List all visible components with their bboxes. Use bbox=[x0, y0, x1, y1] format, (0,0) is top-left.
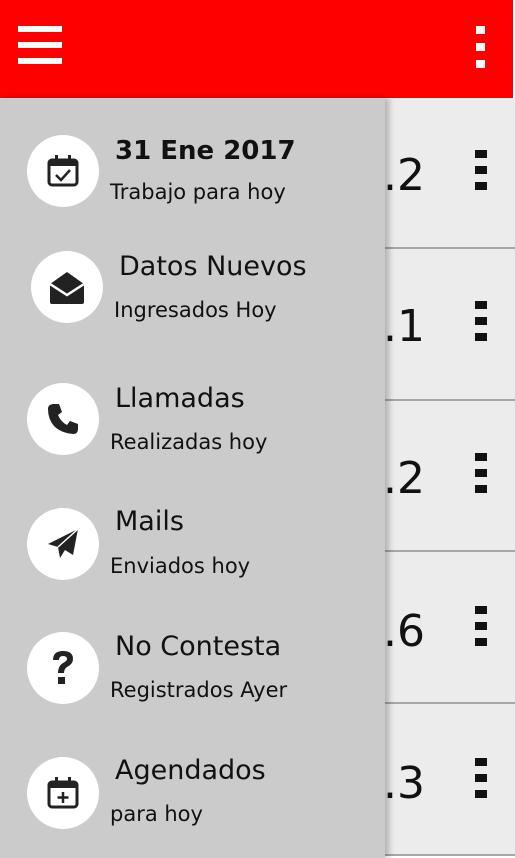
drawer-item-subtitle: Enviados hoy bbox=[110, 554, 251, 578]
list-item[interactable]: .3 bbox=[383, 704, 515, 856]
drawer-item-subtitle: Registrados Ayer bbox=[110, 678, 288, 702]
drawer-item-title: Datos Nuevos bbox=[119, 251, 307, 282]
drawer-item-subtitle: Trabajo para hoy bbox=[110, 180, 286, 204]
calendar-check-icon bbox=[27, 135, 99, 207]
more-vert-icon[interactable] bbox=[475, 150, 487, 190]
drawer-item-subtitle: Ingresados Hoy bbox=[114, 298, 277, 322]
list-item[interactable]: .1 bbox=[383, 249, 515, 401]
drawer-item-title: Agendados bbox=[115, 755, 266, 786]
more-vert-icon[interactable] bbox=[475, 606, 487, 646]
drawer-item-subtitle: para hoy bbox=[110, 802, 203, 826]
drawer-item-subtitle: Realizadas hoy bbox=[110, 430, 268, 454]
drawer-item-llamadas[interactable]: Llamadas Realizadas hoy bbox=[0, 346, 385, 470]
drawer-item-title: No Contesta bbox=[115, 631, 282, 662]
drawer-item-agendados[interactable]: Agendados para hoy bbox=[0, 718, 385, 858]
list-item-value: .1 bbox=[383, 301, 425, 352]
more-vert-icon[interactable] bbox=[472, 26, 488, 70]
hamburger-icon[interactable] bbox=[18, 26, 62, 64]
drawer-item-title: 31 Ene 2017 bbox=[115, 136, 296, 166]
drawer-item-datos-nuevos[interactable]: Datos Nuevos Ingresados Hoy bbox=[0, 216, 385, 346]
question-icon bbox=[27, 632, 99, 704]
calendar-plus-icon bbox=[27, 757, 99, 829]
more-vert-icon[interactable] bbox=[475, 301, 487, 341]
drawer-item-trabajo[interactable]: 31 Ene 2017 Trabajo para hoy bbox=[0, 98, 385, 216]
drawer-item-no-contesta[interactable]: No Contesta Registrados Ayer bbox=[0, 594, 385, 718]
envelope-open-icon bbox=[31, 251, 103, 323]
app-bar bbox=[0, 0, 513, 98]
list-item-value: .6 bbox=[383, 606, 425, 657]
phone-icon bbox=[27, 383, 99, 455]
list-item[interactable]: .2 bbox=[383, 98, 515, 249]
more-vert-icon[interactable] bbox=[475, 758, 487, 798]
paper-plane-icon bbox=[27, 508, 99, 580]
drawer-item-title: Llamadas bbox=[115, 383, 245, 414]
list-item[interactable]: .6 bbox=[383, 552, 515, 704]
list-item-value: .3 bbox=[383, 758, 425, 809]
drawer-item-mails[interactable]: Mails Enviados hoy bbox=[0, 470, 385, 594]
drawer-item-title: Mails bbox=[115, 506, 184, 537]
list-item-value: .2 bbox=[383, 150, 425, 201]
list-item-value: .2 bbox=[383, 453, 425, 504]
more-vert-icon[interactable] bbox=[475, 453, 487, 493]
list-item[interactable]: .2 bbox=[383, 401, 515, 552]
navigation-drawer: 31 Ene 2017 Trabajo para hoy Datos Nuevo… bbox=[0, 98, 385, 858]
